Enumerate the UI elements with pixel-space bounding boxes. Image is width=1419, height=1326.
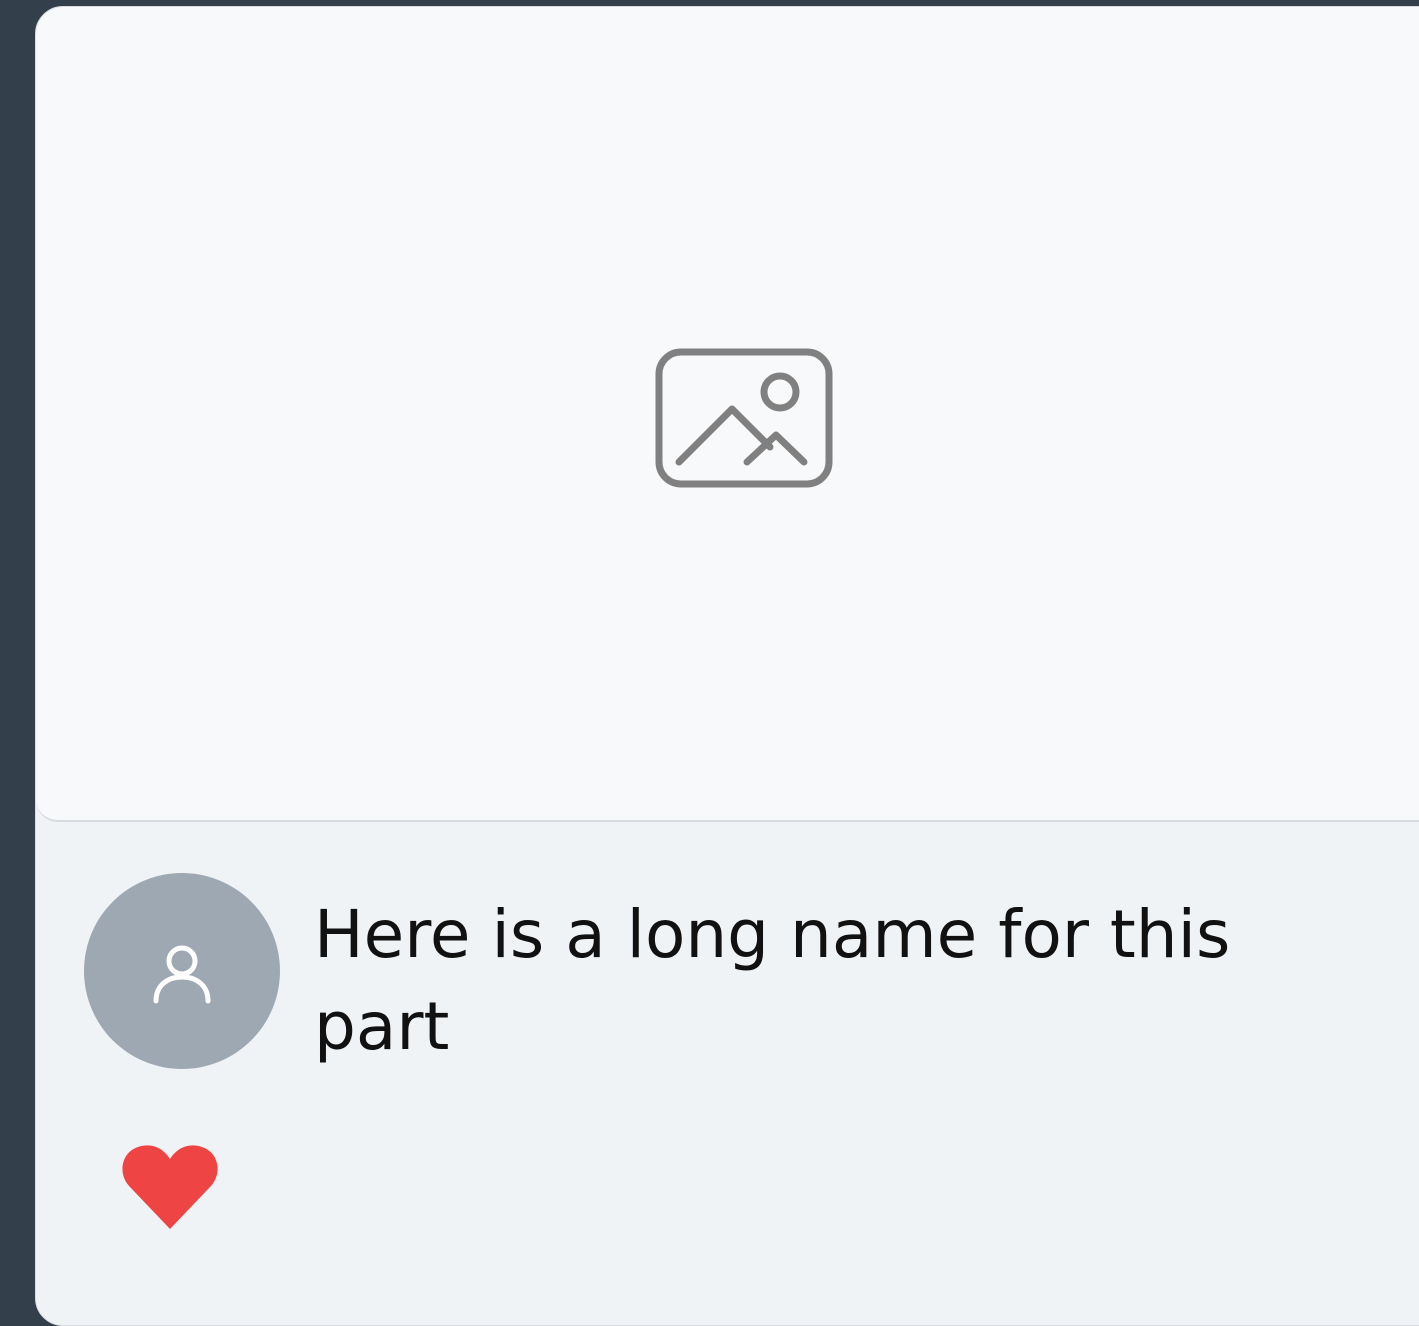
user-icon <box>153 945 211 1004</box>
avatar <box>84 873 280 1069</box>
part-card[interactable]: Here is a long name for this part <box>35 6 1419 1326</box>
image-placeholder-icon <box>655 348 833 488</box>
media-placeholder <box>36 7 1419 822</box>
like-button[interactable] <box>120 1141 220 1233</box>
part-title: Here is a long name for this part <box>314 896 1231 1065</box>
heart-icon <box>122 1145 218 1229</box>
